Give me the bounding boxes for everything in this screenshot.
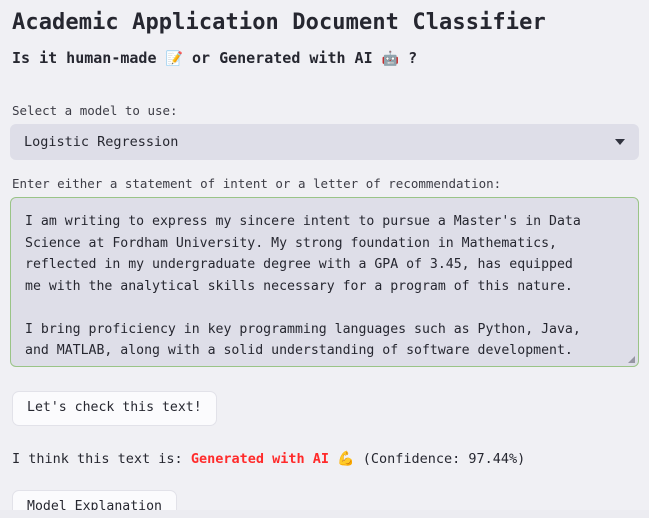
chevron-down-icon[interactable] [615, 139, 625, 145]
robot-icon: 🤖 [381, 51, 400, 67]
muscle-icon: 💪 [337, 451, 355, 467]
subtitle-text-ai: or Generated with AI [192, 49, 373, 67]
input-textarea[interactable]: I am writing to express my sincere inten… [11, 198, 638, 366]
subtitle-text-human: Is it human-made [12, 49, 157, 67]
check-button-row: Let's check this text! [10, 367, 639, 426]
check-text-button[interactable]: Let's check this text! [12, 391, 217, 426]
subtitle-text-question: ? [408, 49, 418, 67]
result-verdict: Generated with AI [190, 451, 329, 467]
memo-icon: 📝 [165, 51, 183, 67]
input-textarea-wrapper[interactable]: I am writing to express my sincere inten… [10, 197, 639, 367]
result-confidence: (Confidence: 97.44%) [362, 451, 526, 467]
result-prefix: I think this text is: [12, 451, 183, 467]
result-line: I think this text is: Generated with AI … [12, 449, 639, 469]
page-title: Academic Application Document Classifier [12, 10, 546, 35]
model-select[interactable]: Logistic Regression [10, 124, 639, 160]
model-select-value: Logistic Regression [24, 134, 179, 150]
footer-strip [0, 510, 649, 518]
page-subtitle: Is it human-made 📝 or Generated with AI … [10, 38, 639, 70]
model-select-label: Select a model to use: [12, 103, 178, 118]
input-text-label: Enter either a statement of intent or a … [12, 176, 502, 191]
app-container: Academic Application Document Classifier… [0, 0, 649, 518]
